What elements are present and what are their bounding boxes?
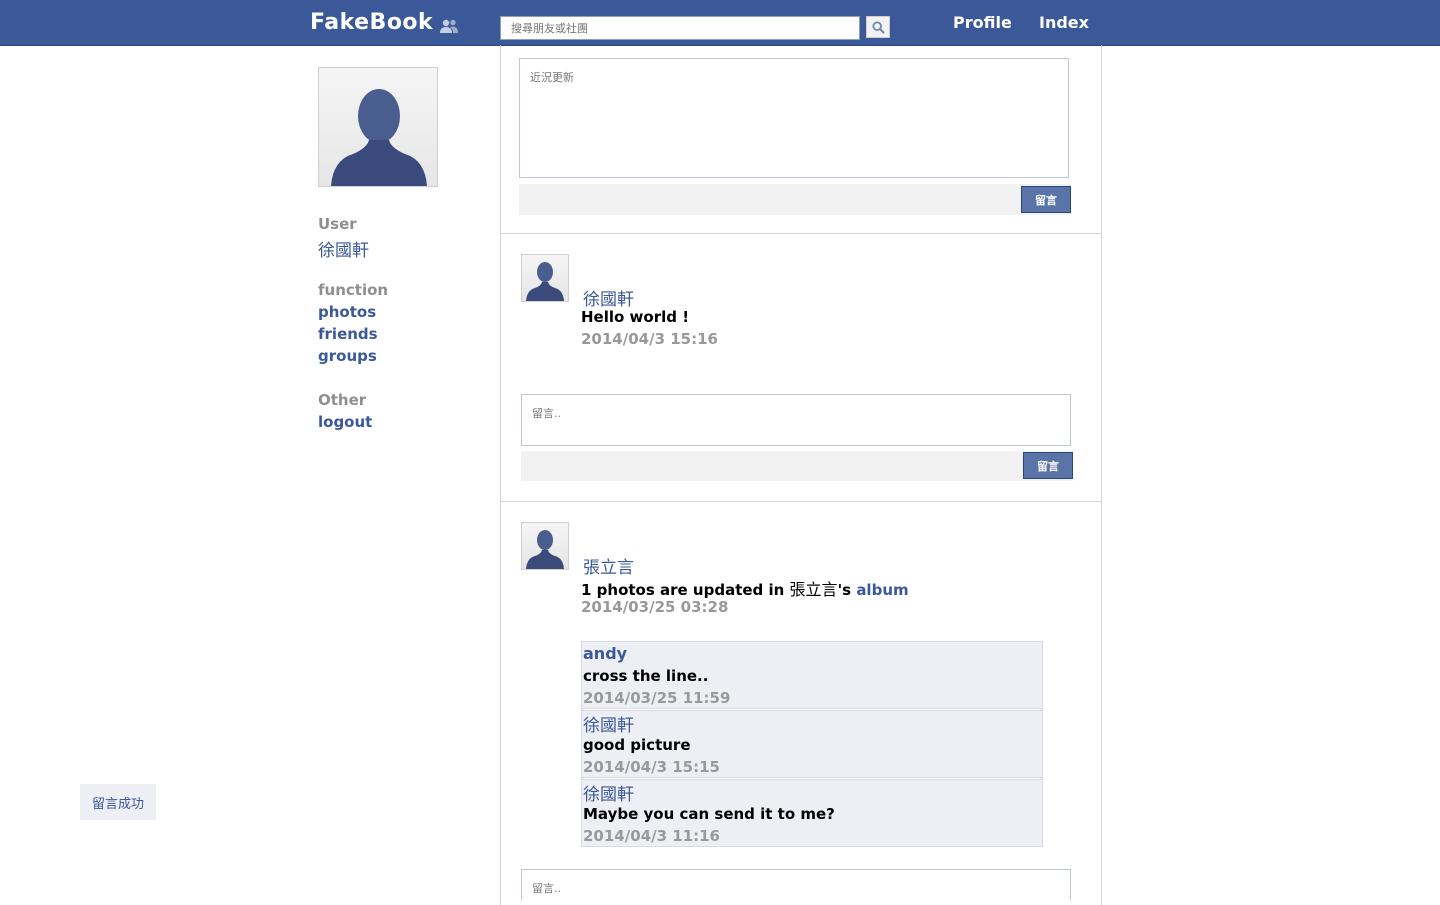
sidebar-friends-link[interactable]: friends bbox=[318, 325, 378, 343]
album-link[interactable]: album bbox=[856, 581, 908, 599]
post-text: Hello world ! bbox=[581, 308, 690, 326]
post-timestamp: 2014/04/3 15:16 bbox=[581, 330, 718, 348]
post-author-avatar[interactable] bbox=[521, 522, 569, 570]
sidebar-user-heading: User bbox=[318, 215, 357, 233]
comment-timestamp: 2014/04/3 15:15 bbox=[583, 758, 720, 776]
comment-timestamp: 2014/03/25 11:59 bbox=[583, 689, 731, 707]
comment-author[interactable]: andy bbox=[583, 644, 627, 663]
search-input[interactable] bbox=[500, 16, 860, 40]
comment-item: andy cross the line.. 2014/03/25 11:59 bbox=[581, 641, 1043, 709]
search-icon bbox=[871, 20, 885, 34]
feed-divider bbox=[500, 501, 1101, 502]
profile-avatar[interactable] bbox=[318, 67, 438, 187]
post-author-name[interactable]: 徐國軒 bbox=[583, 285, 634, 310]
post-author-name[interactable]: 張立言 bbox=[583, 553, 634, 578]
default-avatar-icon bbox=[526, 262, 564, 301]
default-avatar-icon bbox=[526, 530, 564, 569]
comment-input[interactable] bbox=[521, 394, 1071, 446]
album-owner-name: 張立言 bbox=[789, 580, 838, 599]
comment-text: Maybe you can send it to me? bbox=[583, 805, 835, 823]
comment-text: good picture bbox=[583, 736, 691, 754]
nav-index-link[interactable]: Index bbox=[1039, 13, 1089, 32]
post-text-possessive: 's bbox=[837, 581, 857, 599]
comment-author[interactable]: 徐國軒 bbox=[583, 780, 634, 805]
post-timestamp: 2014/03/25 03:28 bbox=[581, 598, 729, 616]
nav-profile-link[interactable]: Profile bbox=[953, 13, 1012, 32]
sidebar-other-heading: Other bbox=[318, 391, 367, 409]
friends-icon[interactable] bbox=[438, 18, 460, 34]
sidebar-function-heading: function bbox=[318, 281, 389, 299]
comment-item: 徐國軒 good picture 2014/04/3 15:15 bbox=[581, 710, 1043, 778]
post-status-button[interactable]: 留言 bbox=[1021, 186, 1071, 213]
status-update-input[interactable] bbox=[519, 58, 1069, 178]
post-author-avatar[interactable] bbox=[521, 254, 569, 302]
feed-divider bbox=[500, 233, 1101, 234]
sidebar-groups-link[interactable]: groups bbox=[318, 347, 377, 365]
post-text: 1 photos are updated in 張立言's album bbox=[581, 576, 909, 600]
comment-action-bar bbox=[521, 451, 1073, 481]
comment-timestamp: 2014/04/3 11:16 bbox=[583, 827, 720, 845]
post-text-prefix: 1 photos are updated in bbox=[581, 581, 790, 599]
search-button[interactable] bbox=[866, 16, 890, 38]
comment-text: cross the line.. bbox=[583, 667, 709, 685]
top-navigation-bar: FakeBook Profile Index bbox=[0, 0, 1440, 46]
sidebar-photos-link[interactable]: photos bbox=[318, 303, 376, 321]
sidebar-user-name[interactable]: 徐國軒 bbox=[318, 236, 369, 261]
comment-input[interactable] bbox=[521, 869, 1071, 900]
sidebar-logout-link[interactable]: logout bbox=[318, 413, 372, 431]
default-avatar-icon bbox=[331, 89, 427, 186]
fakebook-logo[interactable]: FakeBook bbox=[310, 10, 433, 35]
comment-author[interactable]: 徐國軒 bbox=[583, 711, 634, 736]
composer-action-bar bbox=[519, 184, 1071, 215]
comment-item: 徐國軒 Maybe you can send it to me? 2014/04… bbox=[581, 779, 1043, 847]
success-toast: 留言成功 bbox=[80, 784, 156, 820]
comment-submit-button[interactable]: 留言 bbox=[1023, 452, 1073, 479]
